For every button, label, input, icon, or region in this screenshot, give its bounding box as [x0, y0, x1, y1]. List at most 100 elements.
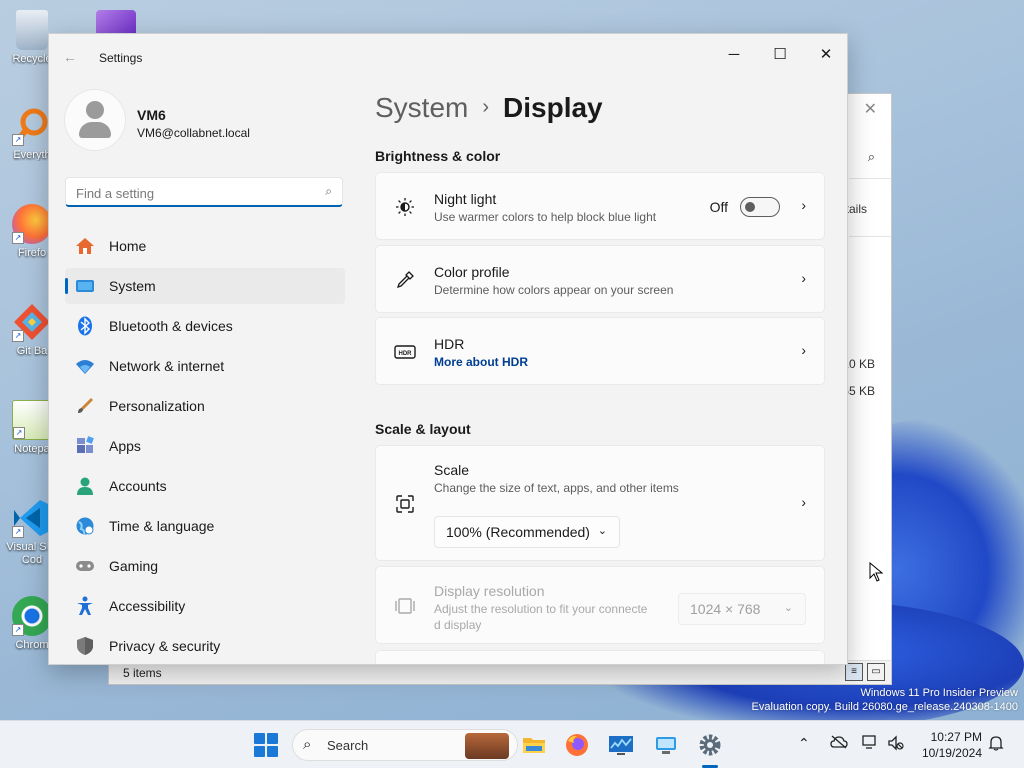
- watermark-line: Evaluation copy. Build 26080.ge_release.…: [751, 701, 1018, 713]
- apps-icon: [75, 436, 95, 456]
- details-view-icon[interactable]: ≡: [845, 663, 863, 681]
- night-light-card[interactable]: Night light Use warmer colors to help bl…: [375, 172, 825, 240]
- display-resolution-card: Display resolution Adjust the resolution…: [375, 566, 825, 644]
- sidebar-item-bluetooth[interactable]: Bluetooth & devices: [65, 308, 345, 344]
- explorer-close-icon[interactable]: ✕: [864, 99, 877, 119]
- remote-desktop-taskbar-icon[interactable]: [652, 731, 680, 759]
- resolution-icon: [394, 595, 416, 617]
- sidebar-item-label: Apps: [109, 438, 141, 454]
- taskbar-search[interactable]: ⌕ Search: [292, 729, 518, 761]
- sidebar-item-personalization[interactable]: Personalization: [65, 388, 345, 424]
- resolution-dropdown: 1024 × 768 ⌄: [678, 593, 806, 625]
- chevron-up-icon[interactable]: ⌃: [798, 735, 810, 752]
- shortcut-arrow-icon: ↗: [12, 134, 24, 146]
- taskbar: ⌕ Search ⌃ 10:27 PM 10/19/2024: [0, 720, 1024, 768]
- scale-card[interactable]: Scale Change the size of text, apps, and…: [375, 445, 825, 561]
- chevron-right-icon: ›: [801, 270, 806, 286]
- resource-monitor-taskbar-icon[interactable]: [607, 731, 635, 759]
- file-explorer-taskbar-icon[interactable]: [520, 731, 548, 759]
- close-button[interactable]: ✕: [803, 40, 847, 70]
- bluetooth-icon: [75, 316, 95, 336]
- brush-icon: [75, 396, 95, 416]
- notification-bell-icon[interactable]: [988, 735, 1004, 754]
- chevron-right-icon: ›: [801, 342, 806, 358]
- settings-window[interactable]: ← Settings ─ ☐ ✕ VM6 VM6@collabnet.local…: [48, 33, 848, 665]
- search-input[interactable]: [76, 183, 306, 203]
- explorer-divider: [849, 236, 891, 237]
- firefox-icon: ↗: [12, 204, 52, 244]
- accessibility-icon: [75, 596, 95, 616]
- toggle-knob: [745, 202, 755, 212]
- explorer-details-button[interactable]: tails: [846, 202, 867, 216]
- chevron-down-icon: ⌄: [597, 525, 607, 537]
- back-arrow-icon[interactable]: ←: [63, 49, 77, 65]
- settings-search[interactable]: ⌕: [65, 177, 343, 207]
- system-clock[interactable]: 10:27 PM 10/19/2024: [914, 729, 982, 761]
- display-resolution-description: Adjust the resolution to fit your connec…: [434, 602, 648, 616]
- sidebar-item-network[interactable]: Network & internet: [65, 348, 345, 384]
- cloud-sync-icon[interactable]: [830, 735, 848, 752]
- color-profile-description: Determine how colors appear on your scre…: [434, 283, 674, 297]
- sidebar-item-label: Network & internet: [109, 358, 225, 374]
- display-network-icon[interactable]: [862, 735, 880, 754]
- more-about-hdr-link[interactable]: More about HDR: [434, 355, 528, 369]
- breadcrumb: System › Display: [375, 92, 603, 124]
- night-light-toggle[interactable]: [740, 197, 780, 217]
- minimize-button[interactable]: ─: [711, 40, 757, 70]
- scale-dropdown[interactable]: 100% (Recommended) ⌄: [434, 516, 620, 548]
- scale-icon: [394, 493, 416, 515]
- sidebar-item-accessibility[interactable]: Accessibility: [65, 588, 345, 624]
- sidebar-item-gaming[interactable]: Gaming: [65, 548, 345, 584]
- sidebar-item-label: Accounts: [109, 478, 167, 494]
- wifi-icon: [75, 356, 95, 376]
- sidebar-item-time-language[interactable]: Time & language: [65, 508, 345, 544]
- person-icon: [75, 476, 95, 496]
- clock-time: 10:27 PM: [930, 730, 982, 744]
- mouse-cursor-icon: [869, 561, 884, 582]
- page-title: Display: [503, 92, 603, 123]
- windows-logo-tile: [254, 746, 265, 757]
- windows-logo-tile: [267, 746, 278, 757]
- user-email: VM6@collabnet.local: [137, 126, 250, 140]
- shortcut-arrow-icon: ↗: [12, 526, 24, 538]
- breadcrumb-parent[interactable]: System: [375, 92, 468, 123]
- sidebar-item-apps[interactable]: Apps: [65, 428, 345, 464]
- shortcut-arrow-icon: ↗: [12, 330, 24, 342]
- start-button[interactable]: [254, 733, 278, 757]
- avatar[interactable]: [65, 90, 125, 150]
- section-title-brightness: Brightness & color: [375, 148, 501, 164]
- hdr-title: HDR: [434, 336, 465, 352]
- maximize-button[interactable]: ☐: [757, 40, 803, 70]
- scale-dropdown-value: 100% (Recommended): [446, 524, 590, 540]
- everything-search-icon: ↗: [12, 106, 52, 146]
- tiles-view-icon[interactable]: ▭: [867, 663, 885, 681]
- sidebar-item-accounts[interactable]: Accounts: [65, 468, 345, 504]
- sidebar-item-label: Bluetooth & devices: [109, 318, 233, 334]
- view-toggle-group: ≡ ▭: [845, 663, 885, 681]
- volume-muted-icon[interactable]: [888, 735, 904, 754]
- windows-logo-tile: [254, 733, 265, 744]
- shield-icon: [75, 636, 95, 656]
- settings-taskbar-icon[interactable]: [696, 731, 724, 759]
- sidebar-item-home[interactable]: Home: [65, 228, 345, 264]
- hdr-card[interactable]: HDR HDR More about HDR ›: [375, 317, 825, 385]
- sidebar-item-system[interactable]: System: [65, 268, 345, 304]
- color-profile-card[interactable]: Color profile Determine how colors appea…: [375, 245, 825, 313]
- shortcut-arrow-icon: ↗: [13, 427, 25, 439]
- notepadpp-icon: ↗: [12, 400, 52, 440]
- main-content: System › Display Brightness & color Night …: [375, 82, 847, 664]
- chrome-icon: ↗: [12, 596, 52, 636]
- sidebar-item-privacy[interactable]: Privacy & security: [65, 628, 345, 664]
- firefox-taskbar-icon[interactable]: [563, 731, 591, 759]
- avatar-person-icon: [86, 101, 104, 119]
- sidebar-nav: Home System Bluetooth & devices Network …: [65, 228, 345, 664]
- git-bash-icon: ↗: [12, 302, 52, 342]
- next-card-partial: [375, 650, 825, 664]
- vscode-icon: ↗: [12, 498, 52, 538]
- scale-title: Scale: [434, 462, 470, 478]
- explorer-search-icon[interactable]: ⌕: [868, 149, 875, 165]
- user-name: VM6: [137, 107, 166, 123]
- resolution-dropdown-value: 1024 × 768: [690, 601, 761, 617]
- home-icon: [75, 236, 95, 256]
- taskbar-search-label: Search: [327, 738, 369, 753]
